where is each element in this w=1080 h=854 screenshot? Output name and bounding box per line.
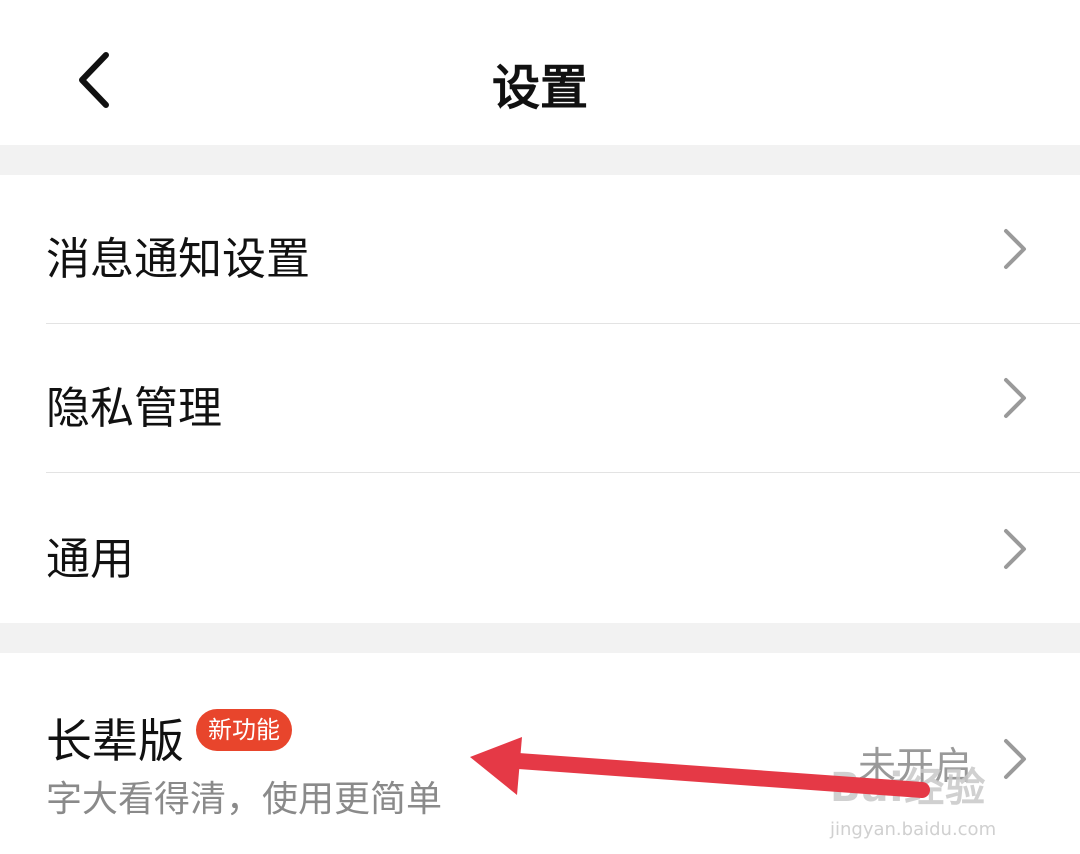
- elder-mode-label: 长辈版: [46, 714, 184, 768]
- back-button[interactable]: [70, 45, 130, 115]
- menu-item-label: 消息通知设置: [46, 234, 310, 285]
- elder-mode-description: 字大看得清，使用更简单: [46, 779, 443, 820]
- section-gap: [0, 623, 1080, 653]
- elder-mode-status: 未开启: [858, 744, 973, 788]
- menu-item-label: 隐私管理: [46, 383, 222, 434]
- menu-item-label: 通用: [46, 534, 134, 585]
- menu-item-privacy[interactable]: 隐私管理: [0, 324, 1080, 472]
- back-arrow-icon: [79, 52, 109, 108]
- chevron-right-icon: [1004, 529, 1026, 569]
- top-bar: 设置: [0, 0, 1080, 145]
- menu-item-general[interactable]: 通用: [0, 473, 1080, 623]
- section-gap: [0, 145, 1080, 175]
- chevron-right-icon: [1004, 229, 1026, 269]
- page-title: 设置: [491, 60, 588, 116]
- menu-item-notification-settings[interactable]: 消息通知设置: [0, 175, 1080, 323]
- chevron-right-icon: [1004, 378, 1026, 418]
- new-feature-badge: 新功能: [196, 709, 292, 751]
- chevron-right-icon: [1004, 739, 1026, 779]
